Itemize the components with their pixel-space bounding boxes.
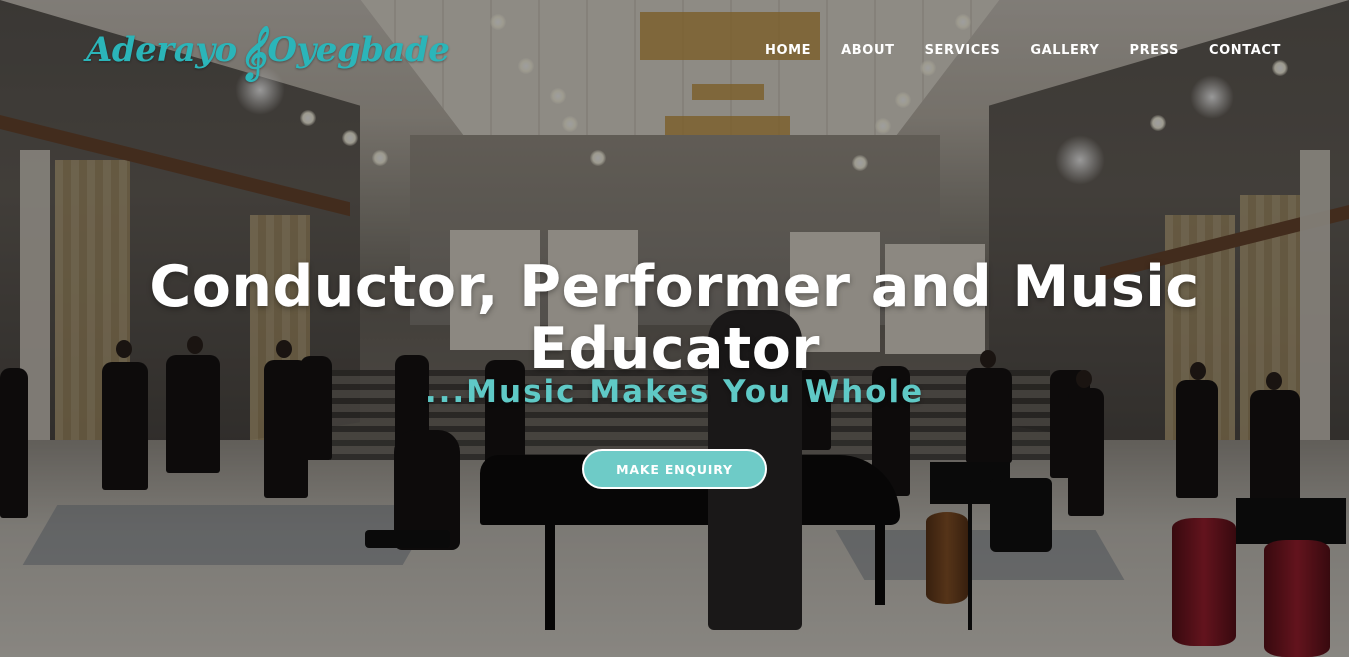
hero-tagline: ...Music Makes You Whole	[424, 374, 925, 410]
nav-home[interactable]: HOME	[750, 43, 826, 58]
nav-contact[interactable]: CONTACT	[1194, 43, 1281, 58]
hero-title: Conductor, Performer and Music Educator	[0, 256, 1349, 380]
nav-press[interactable]: PRESS	[1114, 43, 1194, 58]
logo-last-name: Oyegbade	[267, 30, 450, 70]
make-enquiry-button[interactable]: MAKE ENQUIRY	[582, 449, 767, 489]
nav-about[interactable]: ABOUT	[826, 43, 909, 58]
treble-clef-icon: 𝄞	[238, 25, 266, 79]
hero-title-line2: Educator	[528, 316, 821, 382]
nav-services[interactable]: SERVICES	[910, 43, 1016, 58]
nav-gallery[interactable]: GALLERY	[1015, 43, 1114, 58]
logo-first-name: Aderayo	[86, 30, 237, 70]
hero-title-line1: Conductor, Performer and Music	[149, 254, 1200, 320]
main-navigation: HOME ABOUT SERVICES GALLERY PRESS CONTAC…	[750, 38, 1281, 62]
site-logo[interactable]: Aderayo 𝄞 Oyegbade	[86, 20, 450, 80]
